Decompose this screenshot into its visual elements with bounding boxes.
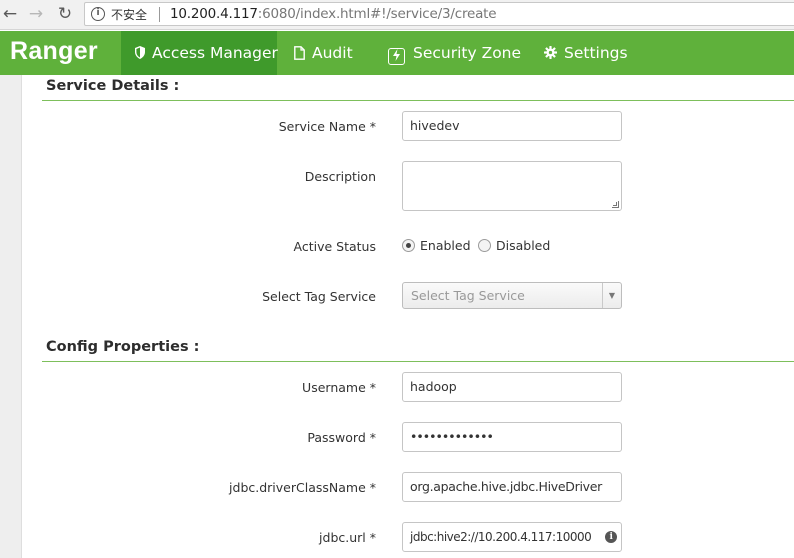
password-input[interactable]: ••••••••••••• bbox=[402, 422, 622, 452]
service-details-heading: Service Details : bbox=[46, 78, 180, 94]
password-label: Password * bbox=[307, 430, 376, 445]
config-properties-heading: Config Properties : bbox=[46, 339, 200, 355]
nav-settings-label: Settings bbox=[564, 44, 628, 62]
document-icon bbox=[294, 33, 305, 77]
shield-icon bbox=[135, 33, 145, 77]
description-label: Description bbox=[304, 169, 376, 184]
url-divider bbox=[159, 7, 160, 22]
url-host: 10.200.4.117 bbox=[170, 6, 258, 22]
active-status-label: Active Status bbox=[293, 239, 376, 254]
lightning-icon bbox=[388, 48, 405, 65]
section-divider bbox=[42, 361, 794, 362]
description-textarea[interactable] bbox=[402, 161, 622, 211]
tag-service-placeholder: Select Tag Service bbox=[411, 288, 525, 303]
resize-grip-icon[interactable] bbox=[612, 201, 619, 208]
nav-security-zone[interactable]: Security Zone bbox=[388, 31, 521, 75]
tag-service-label: Select Tag Service bbox=[262, 289, 376, 304]
section-divider bbox=[42, 100, 794, 101]
chevron-down-icon[interactable]: ▼ bbox=[602, 283, 621, 308]
app-navbar: Ranger Access Manager Audit Security Zon… bbox=[0, 31, 794, 75]
nav-settings[interactable]: Settings bbox=[544, 31, 628, 75]
browser-toolbar: ← → ↻ i 不安全 10.200.4.117:6080/index.html… bbox=[0, 0, 794, 30]
url-path: :6080/index.html#!/service/3/create bbox=[257, 6, 497, 22]
info-icon[interactable]: i bbox=[91, 7, 105, 21]
forward-arrow-icon[interactable]: → bbox=[26, 4, 46, 24]
brand-logo[interactable]: Ranger bbox=[10, 37, 98, 66]
status-enabled-radio[interactable] bbox=[402, 239, 415, 252]
url-text[interactable]: 10.200.4.117:6080/index.html#!/service/3… bbox=[170, 6, 497, 22]
nav-audit-label: Audit bbox=[312, 44, 353, 62]
jdbc-driver-input[interactable]: org.apache.hive.jdbc.HiveDriver bbox=[402, 472, 622, 502]
username-label: Username * bbox=[302, 380, 376, 395]
gear-icon bbox=[544, 33, 557, 77]
back-arrow-icon[interactable]: ← bbox=[0, 4, 20, 24]
status-enabled-label[interactable]: Enabled bbox=[420, 238, 471, 253]
service-name-label: Service Name * bbox=[278, 119, 376, 134]
tag-service-select[interactable]: Select Tag Service ▼ bbox=[402, 282, 622, 309]
nav-access-manager[interactable]: Access Manager bbox=[121, 31, 278, 77]
left-sidebar-strip bbox=[0, 75, 22, 558]
service-name-input[interactable]: hivedev bbox=[402, 111, 622, 141]
nav-audit[interactable]: Audit bbox=[294, 31, 353, 75]
reload-icon[interactable]: ↻ bbox=[55, 4, 75, 24]
info-icon[interactable]: i bbox=[605, 531, 617, 543]
jdbc-url-value: jdbc:hive2://10.200.4.117:10000 bbox=[410, 530, 592, 544]
status-disabled-radio[interactable] bbox=[478, 239, 491, 252]
status-disabled-label[interactable]: Disabled bbox=[496, 238, 550, 253]
security-indicator[interactable]: 不安全 bbox=[111, 6, 147, 23]
jdbc-url-input[interactable]: jdbc:hive2://10.200.4.117:10000 i bbox=[402, 522, 622, 552]
page: ← → ↻ i 不安全 10.200.4.117:6080/index.html… bbox=[0, 0, 794, 558]
jdbc-driver-label: jdbc.driverClassName * bbox=[229, 480, 376, 495]
address-bar[interactable]: i 不安全 10.200.4.117:6080/index.html#!/ser… bbox=[84, 2, 794, 26]
nav-security-zone-label: Security Zone bbox=[413, 44, 522, 62]
nav-access-manager-label: Access Manager bbox=[152, 44, 278, 62]
username-input[interactable]: hadoop bbox=[402, 372, 622, 402]
jdbc-url-label: jdbc.url * bbox=[319, 530, 376, 545]
